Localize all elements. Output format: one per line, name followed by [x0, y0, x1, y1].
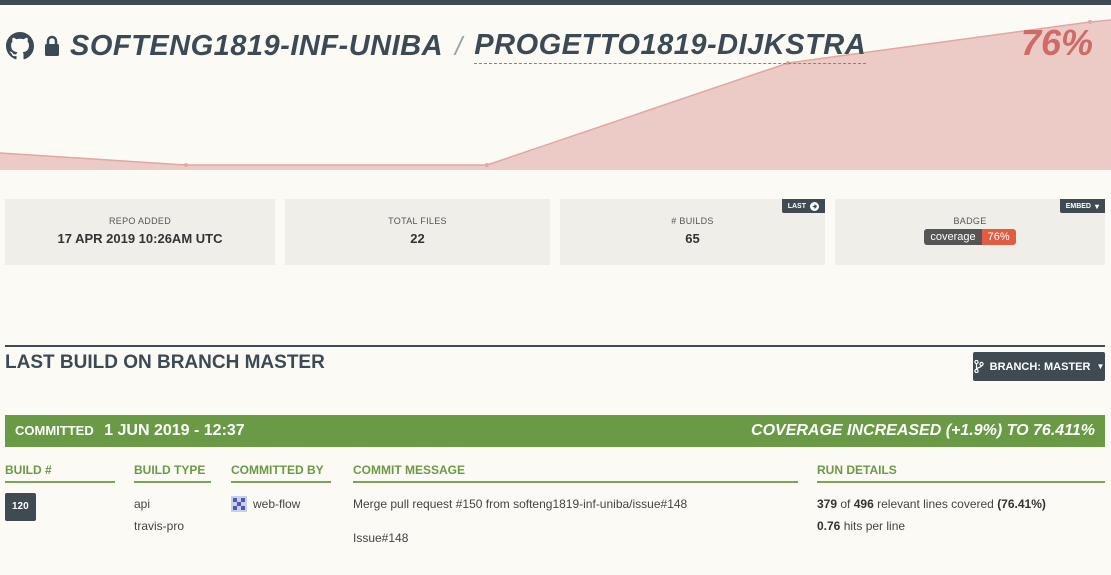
avatar [231, 496, 247, 512]
build-status-bar: COMMITTED 1 JUN 2019 - 12:37 COVERAGE IN… [5, 415, 1105, 447]
col-run-details: RUN DETAILS 379 of 496 relevant lines co… [817, 457, 1105, 537]
caret-down-icon: ▼ [1096, 362, 1105, 371]
repo-org[interactable]: SOFTENG1819-INF-UNIBA [70, 30, 443, 63]
committed-date: 1 JUN 2019 - 12:37 [104, 422, 245, 439]
lines-covered-count: 379 [817, 497, 838, 511]
lines-total: 496 [853, 497, 874, 511]
branch-icon [973, 360, 984, 373]
col-build-type: BUILD TYPE api travis-pro [134, 457, 211, 537]
lines-text: relevant lines covered [877, 497, 994, 511]
coverage-change: COVERAGE INCREASED (+1.9%) TO 76.411% [751, 422, 1095, 439]
stat-value: 17 APR 2019 10:26AM UTC [57, 231, 223, 246]
hits-per-line: 0.76 hits per line [817, 515, 1105, 537]
stat-total-files: TOTAL FILES 22 [285, 199, 550, 265]
repo-header: SOFTENG1819-INF-UNIBA / PROGETTO1819-DIJ… [6, 28, 867, 64]
stat-repo-added: REPO ADDED 17 APR 2019 10:26AM UTC [5, 199, 275, 265]
badge-left: coverage [924, 229, 982, 245]
commit-message-detail: Issue#148 [353, 531, 409, 545]
last-build-button[interactable]: LAST [781, 199, 825, 213]
col-header: RUN DETAILS [817, 457, 1105, 483]
embed-button[interactable]: EMBED ▾ [1059, 199, 1105, 213]
github-icon[interactable] [6, 32, 34, 60]
trend-point [184, 163, 188, 167]
stat-label: BADGE [953, 216, 987, 226]
badge-right: 76% [981, 229, 1016, 245]
coverage-percentage: 76% [1020, 22, 1093, 63]
arrow-right-circle-icon [810, 201, 819, 211]
stat-value[interactable]: 22 [285, 231, 550, 246]
commit-message: Merge pull request #150 from softeng1819… [353, 497, 688, 511]
lines-covered: 379 of 496 relevant lines covered (76.41… [817, 493, 1105, 515]
branch-label: BRANCH: MASTER [989, 360, 1091, 373]
last-build-label: LAST [787, 202, 806, 210]
stat-badge: EMBED ▾ BADGE coverage 76% [835, 199, 1105, 265]
committer[interactable]: web-flow [231, 493, 331, 515]
coverage-badge[interactable]: coverage 76% [924, 229, 1016, 245]
col-committed-by: COMMITTED BY web-flow [231, 457, 331, 515]
hits-value: 0.76 [817, 519, 841, 533]
col-header: COMMIT MESSAGE [353, 457, 798, 483]
col-header: COMMITTED BY [231, 457, 331, 483]
stat-label: # BUILDS [671, 216, 714, 226]
col-header: BUILD # [5, 457, 115, 483]
branch-dropdown[interactable]: BRANCH: MASTER ▼ [973, 352, 1105, 381]
build-number[interactable]: 120 [5, 493, 36, 521]
lock-icon [42, 35, 62, 57]
stat-builds: LAST # BUILDS 65 [560, 199, 825, 265]
stat-label: REPO ADDED [108, 216, 171, 226]
repo-name[interactable]: PROGETTO1819-DIJKSTRA [474, 29, 867, 64]
col-header: BUILD TYPE [134, 457, 211, 483]
stat-value[interactable]: 65 [560, 231, 825, 246]
embed-label: EMBED [1065, 202, 1091, 210]
stat-label: TOTAL FILES [388, 216, 447, 226]
caret-down-icon: ▾ [1094, 201, 1099, 211]
section-divider [5, 345, 1105, 347]
lines-of: of [840, 497, 851, 511]
repo-separator: / [455, 30, 463, 61]
build-type: api [134, 497, 151, 511]
coverage-trend-chart [0, 19, 1111, 170]
section-title: LAST BUILD ON BRANCH MASTER [5, 352, 325, 373]
col-commit-message: COMMIT MESSAGE Merge pull request #150 f… [353, 457, 798, 549]
hits-text: hits per line [843, 519, 906, 533]
col-build-number: BUILD # 120 [5, 457, 115, 521]
commit-info: COMMITTED 1 JUN 2019 - 12:37 [15, 422, 245, 440]
build-service: travis-pro [134, 519, 185, 533]
lines-percent: (76.41%) [997, 497, 1046, 511]
committer-name: web-flow [253, 497, 301, 511]
committed-label: COMMITTED [15, 423, 94, 438]
trend-point [485, 163, 489, 167]
